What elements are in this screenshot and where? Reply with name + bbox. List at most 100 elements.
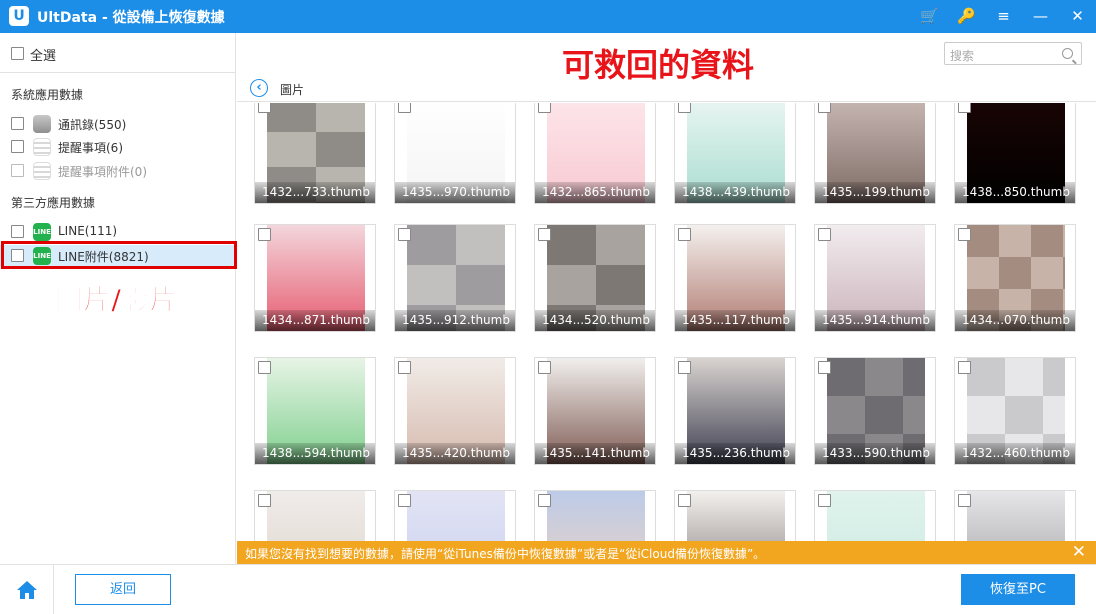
thumbnail-caption: 1435...117.thumb — [675, 310, 795, 331]
thumbnail-caption: 1438...850.thumb — [955, 182, 1075, 203]
thumbnail-checkbox[interactable] — [398, 494, 411, 507]
thumbnail-checkbox[interactable] — [258, 103, 271, 113]
search-placeholder: 搜索 — [950, 49, 975, 63]
thumbnail-tile[interactable]: 1435...914.thumb — [814, 224, 936, 332]
reminder-attachment-icon — [33, 162, 51, 180]
reminder-icon — [33, 138, 51, 156]
thumbnail-checkbox[interactable] — [258, 494, 271, 507]
thumbnail-checkbox[interactable] — [538, 103, 551, 113]
key-icon[interactable]: 🔑 — [948, 0, 985, 33]
search-icon[interactable] — [1062, 48, 1073, 59]
footer: 返回 恢復至PC — [0, 564, 1096, 614]
sidebar-item-line[interactable]: LINE LINE(111) — [0, 221, 236, 243]
select-all-label: 全選 — [30, 49, 57, 64]
thumbnail-checkbox[interactable] — [398, 228, 411, 241]
thumbnail-caption: 1435...912.thumb — [395, 310, 515, 331]
line-checkbox[interactable] — [11, 225, 24, 238]
home-button[interactable] — [0, 565, 54, 614]
thumbnail-checkbox[interactable] — [958, 361, 971, 374]
thumbnail-tile[interactable] — [254, 490, 376, 541]
thumbnail-image — [407, 491, 505, 541]
thumbnail-tile[interactable]: 1435...236.thumb — [674, 357, 796, 465]
thumbnail-image — [267, 491, 365, 541]
thumbnail-caption: 1435...199.thumb — [815, 182, 935, 203]
section-third-party-title: 第三方應用數據 — [11, 196, 96, 210]
thumbnail-caption: 1435...420.thumb — [395, 443, 515, 464]
thumbnail-caption: 1435...141.thumb — [535, 443, 655, 464]
back-arrow-icon[interactable]: ‹ — [250, 79, 268, 97]
thumbnail-tile[interactable]: 1433...590.thumb — [814, 357, 936, 465]
title-separator: - — [101, 10, 108, 26]
thumbnail-tile[interactable]: 1432...460.thumb — [954, 357, 1076, 465]
thumbnail-checkbox[interactable] — [818, 103, 831, 113]
thumbnail-tile[interactable]: 1435...117.thumb — [674, 224, 796, 332]
thumbnail-tile[interactable]: 1435...420.thumb — [394, 357, 516, 465]
thumbnail-checkbox[interactable] — [538, 361, 551, 374]
thumbnail-tile[interactable]: 1432...733.thumb — [254, 103, 376, 204]
close-icon[interactable]: ✕ — [1059, 0, 1096, 33]
thumbnail-tile[interactable]: 1434...520.thumb — [534, 224, 656, 332]
thumbnail-checkbox[interactable] — [678, 103, 691, 113]
thumbnail-checkbox[interactable] — [958, 228, 971, 241]
thumbnail-checkbox[interactable] — [538, 228, 551, 241]
close-notice-icon[interactable]: ✕ — [1072, 542, 1086, 562]
thumbnail-tile[interactable]: 1435...141.thumb — [534, 357, 656, 465]
reminders-checkbox[interactable] — [11, 140, 24, 153]
thumbnail-checkbox[interactable] — [678, 361, 691, 374]
thumbnail-tile[interactable] — [954, 490, 1076, 541]
sidebar-item-label: 通訊錄(550) — [58, 118, 127, 132]
thumbnail-caption: 1434...520.thumb — [535, 310, 655, 331]
thumbnail-image — [547, 491, 645, 541]
thumbnail-checkbox[interactable] — [398, 361, 411, 374]
thumbnail-checkbox[interactable] — [818, 494, 831, 507]
thumbnail-caption: 1438...439.thumb — [675, 182, 795, 203]
sidebar-item-label: 提醒事項(6) — [58, 141, 123, 155]
thumbnail-caption: 1432...733.thumb — [255, 182, 375, 203]
thumbnail-caption: 1435...970.thumb — [395, 182, 515, 203]
thumbnail-caption: 1435...236.thumb — [675, 443, 795, 464]
thumbnail-tile[interactable]: 1438...439.thumb — [674, 103, 796, 204]
thumbnail-checkbox[interactable] — [818, 361, 831, 374]
recover-to-pc-button[interactable]: 恢復至PC — [961, 574, 1075, 605]
thumbnail-tile[interactable] — [394, 490, 516, 541]
thumbnail-tile[interactable]: 1438...594.thumb — [254, 357, 376, 465]
menu-icon[interactable]: ≡ — [985, 0, 1022, 33]
sidebar-item-label: LINE(111) — [58, 224, 118, 238]
thumbnail-checkbox[interactable] — [258, 361, 271, 374]
thumbnail-checkbox[interactable] — [678, 494, 691, 507]
thumbnail-caption: 1435...914.thumb — [815, 310, 935, 331]
thumbnail-tile[interactable]: 1435...912.thumb — [394, 224, 516, 332]
thumbnail-checkbox[interactable] — [258, 228, 271, 241]
reminder-attachments-checkbox[interactable] — [11, 164, 24, 177]
thumbnail-image — [967, 491, 1065, 541]
thumbnail-grid: 1432...733.thumb 1435...970.thumb 1432...8… — [237, 103, 1096, 541]
select-all-row[interactable]: 全選 — [0, 33, 236, 73]
thumbnail-tile[interactable]: 1432...865.thumb — [534, 103, 656, 204]
minimize-icon[interactable]: — — [1022, 0, 1059, 33]
thumbnail-tile[interactable]: 1434...871.thumb — [254, 224, 376, 332]
content-title: 圖片 — [280, 83, 305, 97]
thumbnail-tile[interactable] — [534, 490, 656, 541]
thumbnail-checkbox[interactable] — [678, 228, 691, 241]
thumbnail-checkbox[interactable] — [818, 228, 831, 241]
thumbnail-tile[interactable] — [814, 490, 936, 541]
thumbnail-checkbox[interactable] — [398, 103, 411, 113]
thumbnail-checkbox[interactable] — [958, 494, 971, 507]
thumbnail-checkbox[interactable] — [538, 494, 551, 507]
sidebar-item-reminders[interactable]: 提醒事項(6) — [0, 136, 236, 158]
thumbnail-tile[interactable]: 1434...070.thumb — [954, 224, 1076, 332]
thumbnail-tile[interactable]: 1435...199.thumb — [814, 103, 936, 204]
thumbnail-checkbox[interactable] — [958, 103, 971, 113]
sidebar-item-reminder-attachments[interactable]: 提醒事項附件(0) — [0, 160, 236, 182]
thumbnail-image — [827, 491, 925, 541]
back-button[interactable]: 返回 — [75, 574, 171, 605]
contacts-checkbox[interactable] — [11, 117, 24, 130]
search-input[interactable]: 搜索 — [944, 42, 1082, 65]
thumbnail-caption: 1432...460.thumb — [955, 443, 1075, 464]
thumbnail-tile[interactable]: 1438...850.thumb — [954, 103, 1076, 204]
cart-icon[interactable]: 🛒 — [911, 0, 948, 33]
thumbnail-tile[interactable] — [674, 490, 796, 541]
select-all-checkbox[interactable] — [11, 47, 24, 60]
thumbnail-tile[interactable]: 1435...970.thumb — [394, 103, 516, 204]
sidebar-item-contacts[interactable]: 通訊錄(550) — [0, 113, 236, 135]
